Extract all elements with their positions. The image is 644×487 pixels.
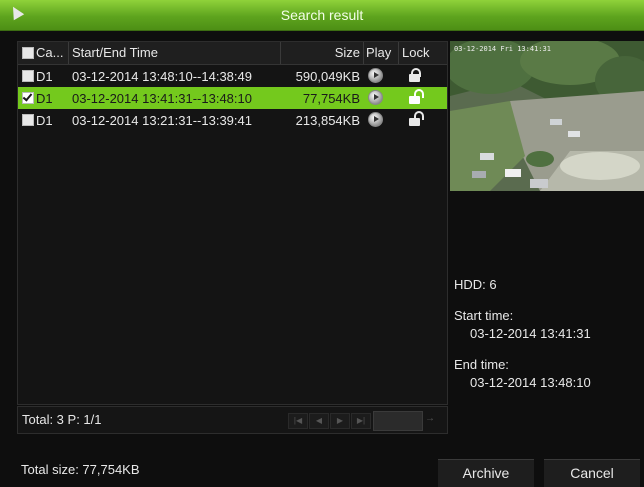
row-size: 77,754KB — [302, 91, 360, 106]
select-all-checkbox[interactable] — [22, 47, 34, 59]
header-lock: Lock — [402, 45, 430, 60]
row-time: 03-12-2014 13:21:31--13:39:41 — [72, 113, 252, 128]
play-icon[interactable] — [368, 68, 383, 83]
header-size[interactable]: Size — [286, 45, 360, 60]
cancel-button[interactable]: Cancel — [544, 459, 640, 487]
row-checkbox[interactable] — [22, 92, 34, 104]
lock-icon[interactable] — [409, 68, 421, 82]
play-icon[interactable] — [368, 90, 383, 105]
archive-button[interactable]: Archive — [438, 459, 534, 487]
row-time: 03-12-2014 13:41:31--13:48:10 — [72, 91, 252, 106]
next-page-icon[interactable]: ▶ — [330, 413, 350, 429]
first-page-icon[interactable]: |◀ — [288, 413, 308, 429]
table-row[interactable]: D1 03-12-2014 13:48:10--14:38:49 590,049KB — [18, 65, 447, 87]
pagination-bar: Total: 3 P: 1/1 |◀ ◀ ▶ ▶| → — [17, 406, 448, 434]
row-size: 213,854KB — [295, 113, 360, 128]
row-size: 590,049KB — [295, 69, 360, 84]
unlock-icon[interactable] — [409, 89, 424, 104]
total-size-label: Total size: 77,754KB — [21, 462, 140, 477]
table-row[interactable]: D1 03-12-2014 13:21:31--13:39:41 213,854KB — [18, 109, 447, 131]
row-checkbox[interactable] — [22, 114, 34, 126]
last-page-icon[interactable]: ▶| — [351, 413, 371, 429]
header-play: Play — [366, 45, 392, 60]
pagination-total: Total: 3 P: 1/1 — [22, 412, 102, 427]
header-camera[interactable]: Ca... — [36, 45, 63, 60]
table-row[interactable]: D1 03-12-2014 13:41:31--13:48:10 77,754KB — [18, 87, 447, 109]
footer: Total size: 77,754KB Archive Cancel — [0, 440, 644, 487]
row-camera: D1 — [36, 91, 53, 106]
go-page-icon[interactable]: → — [425, 413, 435, 424]
header-time[interactable]: Start/End Time — [72, 45, 158, 60]
row-time: 03-12-2014 13:48:10--14:38:49 — [72, 69, 252, 84]
results-table: Ca... Start/End Time Size Play Lock D1 03… — [17, 41, 448, 405]
window-title: Search result — [280, 7, 364, 23]
page-number-input[interactable] — [373, 411, 423, 431]
parking-lot-preview-image — [450, 41, 644, 191]
hdd-label: HDD: 6 — [454, 277, 497, 292]
unlock-icon[interactable] — [409, 111, 424, 126]
row-camera: D1 — [36, 69, 53, 84]
play-icon[interactable] — [368, 112, 383, 127]
row-camera: D1 — [36, 113, 53, 128]
start-time-block: Start time: 03-12-2014 13:41:31 — [454, 308, 591, 341]
start-time-value: 03-12-2014 13:41:31 — [470, 326, 591, 341]
start-time-label: Start time: — [454, 308, 514, 323]
end-time-block: End time: 03-12-2014 13:48:10 — [454, 357, 591, 390]
table-header: Ca... Start/End Time Size Play Lock — [18, 42, 447, 65]
prev-page-icon[interactable]: ◀ — [309, 413, 329, 429]
preview-timestamp: 03-12-2014 Fri 13:41:31 — [454, 45, 551, 53]
end-time-value: 03-12-2014 13:48:10 — [470, 375, 591, 390]
end-time-label: End time: — [454, 357, 509, 372]
video-preview: 03-12-2014 Fri 13:41:31 — [450, 41, 644, 191]
row-checkbox[interactable] — [22, 70, 34, 82]
title-bar: Search result — [0, 0, 644, 31]
